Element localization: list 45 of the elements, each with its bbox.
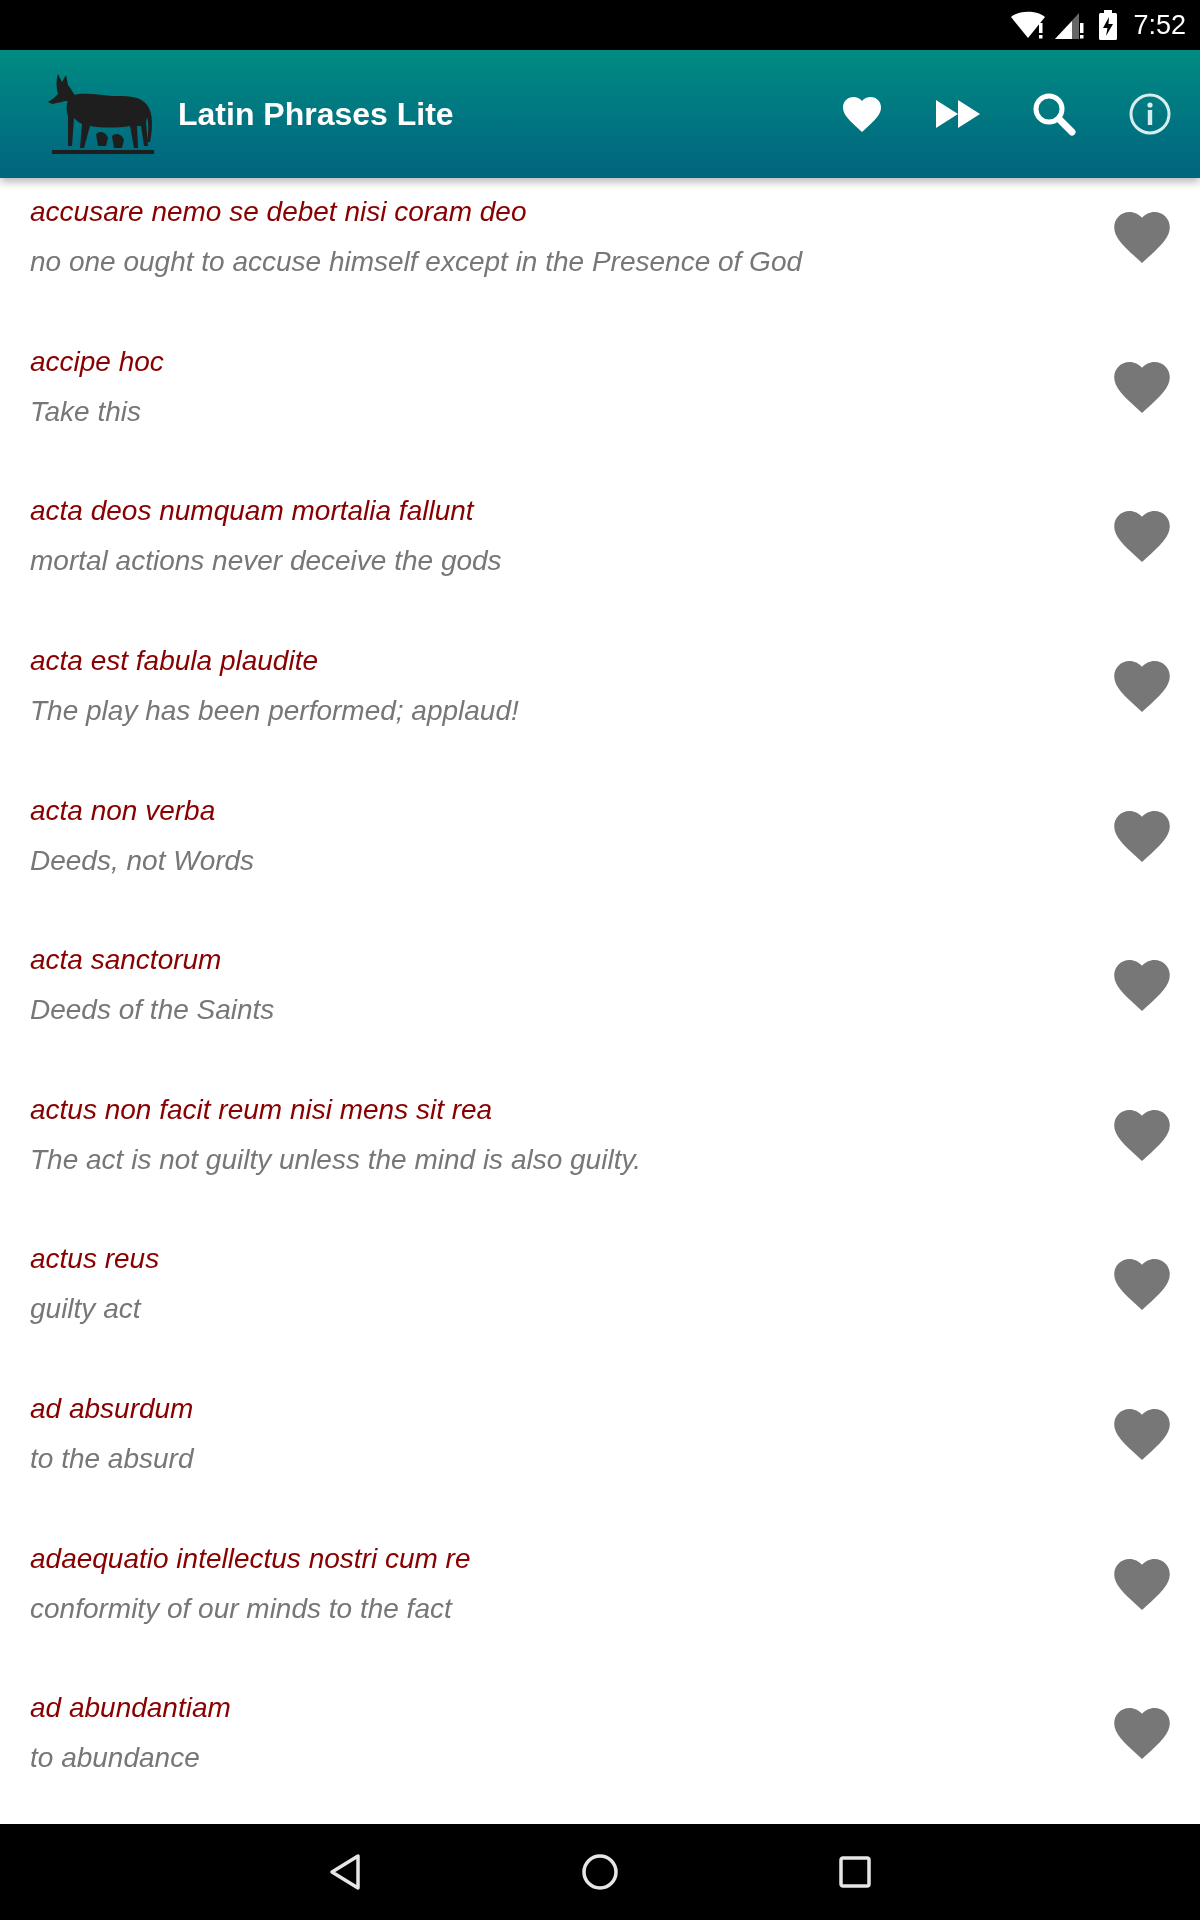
- latin-phrase[interactable]: actus non facit reum nisi mens sit rea: [30, 1091, 642, 1128]
- search-icon: [1032, 92, 1076, 136]
- latin-phrase[interactable]: ad abundantiam: [30, 1690, 231, 1727]
- fast-forward-icon: [936, 100, 980, 128]
- app-title: Latin Phrases Lite: [178, 98, 454, 130]
- favorite-heart-icon[interactable]: [1114, 212, 1170, 263]
- favorite-heart-icon[interactable]: [1114, 361, 1170, 413]
- favorite-heart-icon[interactable]: [1114, 960, 1170, 1012]
- latin-phrase[interactable]: acta est fabula plaudite: [30, 642, 519, 679]
- english-translation: to abundance: [30, 1741, 201, 1776]
- english-translation: The act is not guilty unless the mind is also guilty.: [30, 1142, 642, 1177]
- favorite-heart-icon[interactable]: [1114, 1409, 1170, 1461]
- favorite-heart-icon[interactable]: [1114, 1558, 1170, 1610]
- latin-phrase[interactable]: ad absurdum: [30, 1391, 194, 1428]
- favorite-heart-icon[interactable]: [1114, 1708, 1170, 1760]
- signal-alert-icon: [1055, 11, 1086, 39]
- latin-phrase[interactable]: acta non verba: [30, 792, 255, 829]
- latin-phrase[interactable]: accusare nemo se debet nisi coram deo: [30, 194, 803, 230]
- info-icon: [1129, 93, 1171, 135]
- latin-phrase[interactable]: acta sanctorum: [30, 942, 275, 979]
- latin-phrase[interactable]: adaequatio intellectus nostri cum re: [30, 1540, 471, 1577]
- english-translation: mortal actions never deceive the gods: [30, 544, 502, 579]
- english-translation: The play has been performed; applaud!: [30, 693, 519, 728]
- latin-phrase[interactable]: actus reus: [30, 1241, 160, 1278]
- favorite-heart-icon[interactable]: [1114, 511, 1170, 563]
- english-translation: Deeds, not Words: [30, 843, 255, 878]
- status-time: 7:52: [1133, 11, 1186, 39]
- english-translation: no one ought to accuse himself except in the Presence of God: [30, 245, 803, 279]
- favorite-heart-icon[interactable]: [1114, 1259, 1170, 1311]
- latin-phrase[interactable]: acta deos numquam mortalia fallunt: [30, 493, 502, 530]
- english-translation: to the absurd: [30, 1442, 194, 1477]
- english-translation: conformity of our minds to the fact: [30, 1591, 454, 1626]
- home-icon: [582, 1854, 618, 1890]
- favorite-heart-icon[interactable]: [1114, 1109, 1170, 1161]
- english-translation: Deeds of the Saints: [30, 993, 275, 1028]
- back-icon: [329, 1853, 361, 1891]
- wifi-alert-icon: [1011, 11, 1048, 39]
- english-translation: guilty act: [30, 1292, 143, 1327]
- favorite-heart-icon[interactable]: [1114, 660, 1170, 712]
- battery-charging-icon: [1099, 10, 1118, 40]
- favorite-heart-icon[interactable]: [1114, 810, 1170, 862]
- heart-icon: [843, 96, 881, 132]
- english-translation: Take this: [30, 394, 143, 429]
- recents-icon: [839, 1856, 871, 1888]
- latin-phrase[interactable]: accipe hoc: [30, 343, 164, 380]
